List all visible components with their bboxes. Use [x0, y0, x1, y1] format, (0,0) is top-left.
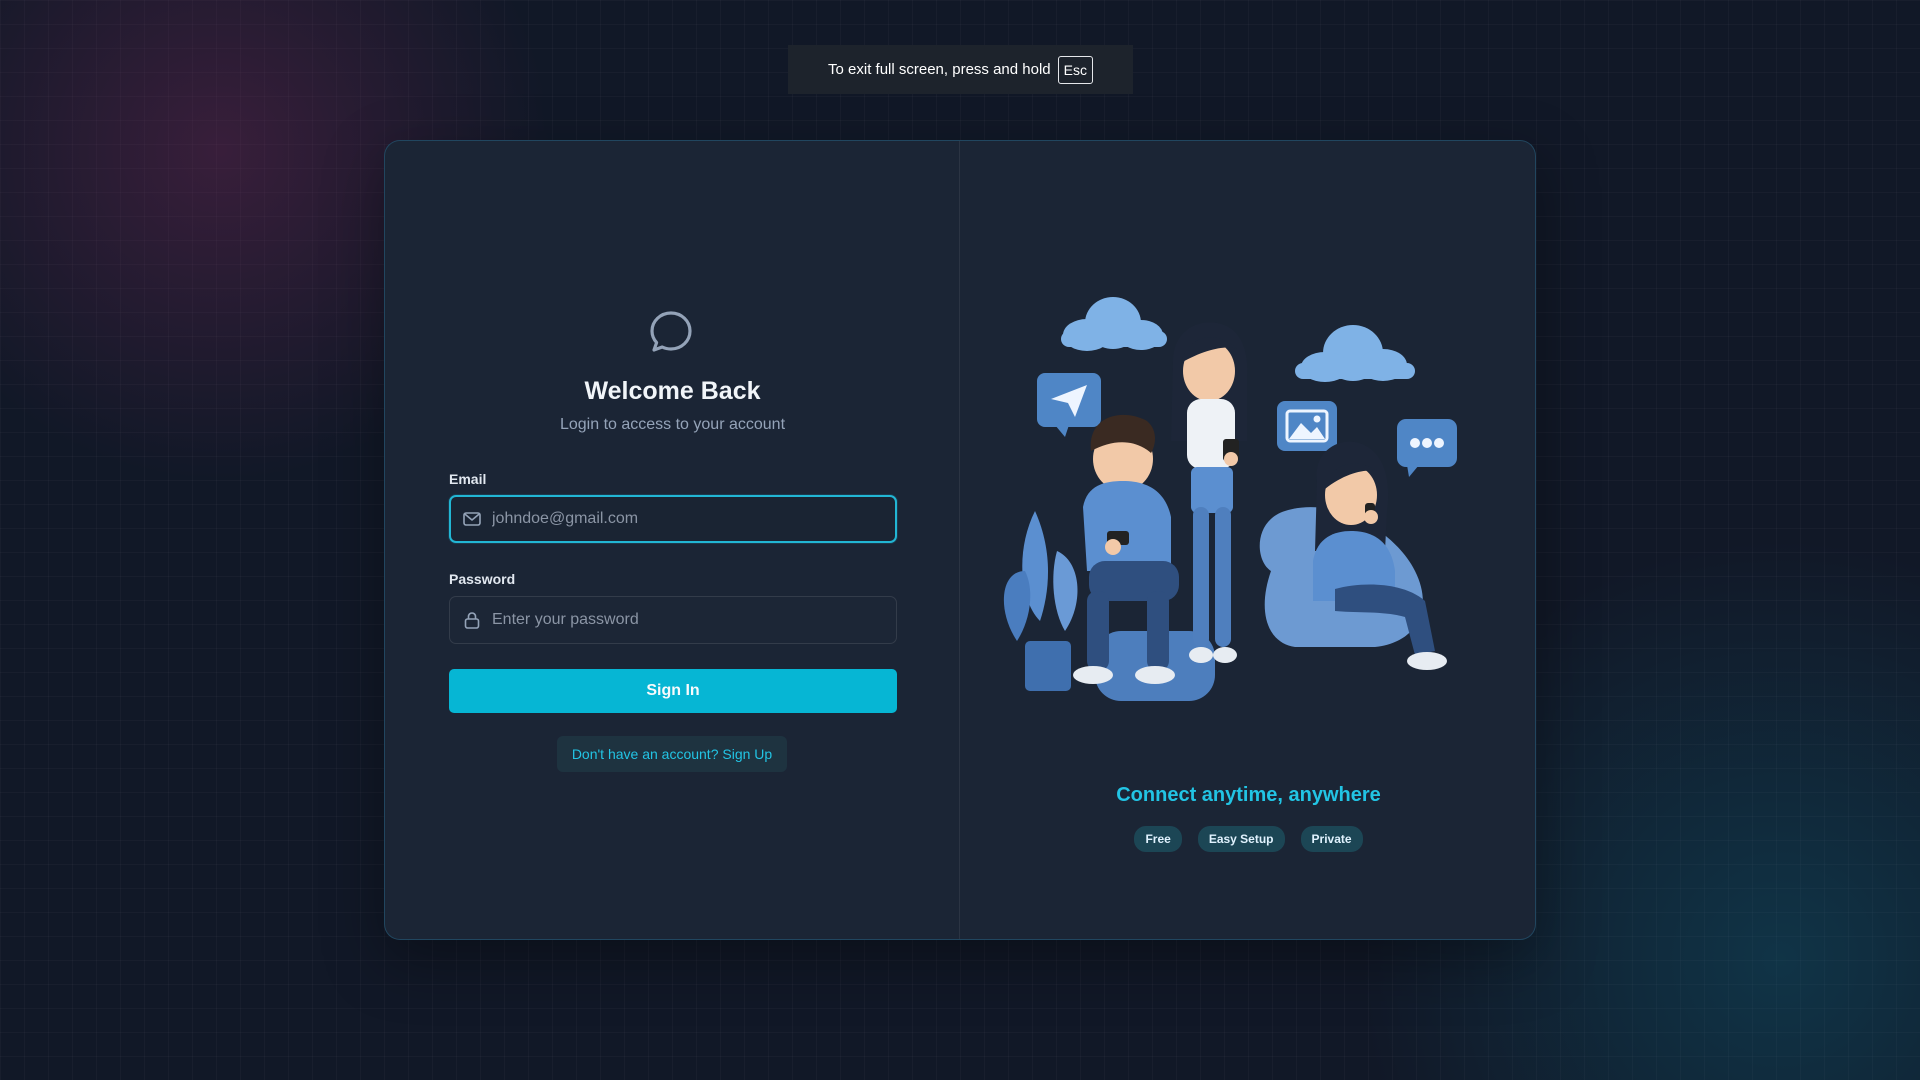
mail-icon [463, 512, 481, 526]
lock-icon [464, 612, 480, 629]
esc-key-hint: Esc [1057, 55, 1093, 84]
fullscreen-notice: To exit full screen, press and hold Esc [788, 45, 1133, 94]
sign-up-link[interactable]: Don't have an account? Sign Up [557, 736, 787, 772]
feature-badges: Free Easy Setup Private [960, 826, 1535, 852]
people-chatting-illustration [1003, 297, 1457, 701]
page-title: Welcome Back [584, 377, 761, 405]
login-card: Welcome Back Login to access to your acc… [384, 140, 1536, 940]
badge-easy-setup: Easy Setup [1197, 826, 1285, 852]
chat-bubble-icon [650, 311, 692, 352]
email-input[interactable] [492, 510, 882, 528]
promo-pane: Connect anytime, anywhere Free Easy Setu… [960, 141, 1535, 939]
email-field[interactable] [449, 495, 897, 543]
page-subtitle: Login to access to your account [559, 416, 786, 433]
promo-tagline: Connect anytime, anywhere [1116, 784, 1381, 806]
password-label: Password [449, 571, 516, 587]
badge-free: Free [1134, 826, 1182, 852]
password-field[interactable] [449, 596, 897, 644]
login-form-pane: Welcome Back Login to access to your acc… [385, 141, 960, 939]
email-label: Email [449, 471, 487, 487]
badge-private: Private [1300, 826, 1363, 852]
fullscreen-notice-text: To exit full screen, press and hold [828, 61, 1051, 78]
sign-in-button[interactable]: Sign In [449, 669, 897, 713]
password-input[interactable] [492, 611, 882, 629]
